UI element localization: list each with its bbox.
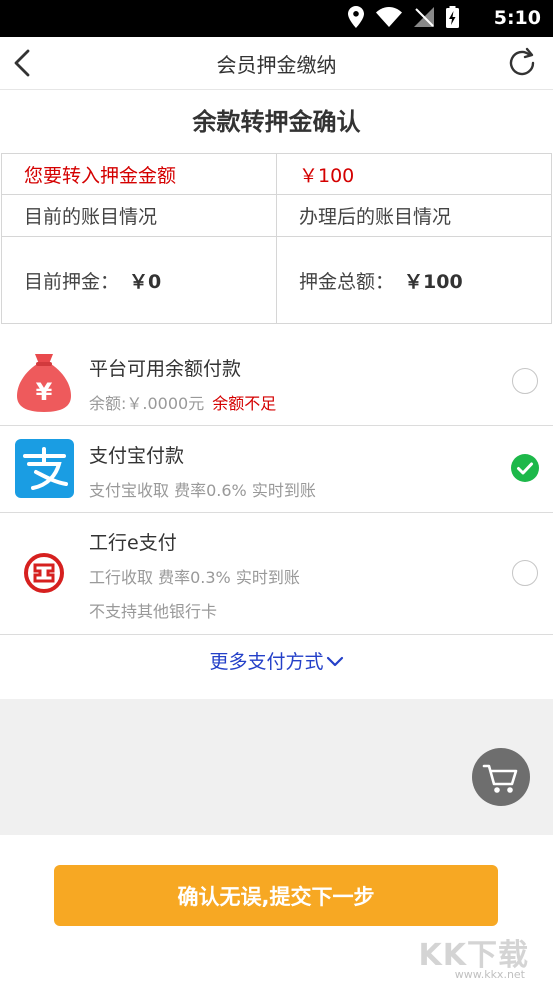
payment-name: 平台可用余额付款 [89,358,242,380]
transfer-amount-label: 您要转入押金金额 [1,153,277,195]
cart-icon [482,764,518,793]
more-payment-label: 更多支付方式 [209,651,324,673]
submit-button[interactable]: 确认无误,提交下一步 [54,865,498,926]
payment-note: 不支持其他银行卡 [89,602,218,621]
payment-option-balance[interactable]: ¥ 平台可用余额付款 余额:￥.0000元 余额不足 [0,338,553,426]
status-time: 5:10 [493,7,541,29]
money-bag-icon: ¥ [15,350,73,416]
location-icon [348,6,364,28]
no-signal-icon [414,7,434,27]
payment-radio-balance[interactable] [512,368,538,394]
page-title: 会员押金缴纳 [216,53,337,77]
payment-name: 支付宝付款 [89,445,185,467]
transfer-amount-value: ￥100 [276,153,552,195]
check-circle-icon [511,454,539,482]
confirm-title: 余款转押金确认 [192,108,361,136]
payment-radio-alipay[interactable] [511,454,539,482]
payment-desc: 支付宝收取 费率0.6% 实时到账 [89,481,316,500]
current-account-header: 目前的账目情况 [1,194,277,237]
chevron-down-icon [326,656,343,667]
svg-text:¥: ¥ [36,378,53,406]
payment-desc: 工行收取 费率0.3% 实时到账 [89,568,300,587]
refresh-icon [509,47,535,76]
balance-amount: 余额:￥.0000元 [89,394,205,413]
status-bar: 5:10 [0,0,553,37]
deposit-summary-table: 您要转入押金金额 ￥100 目前的账目情况 办理后的账目情况 目前押金： ￥0 押… [1,153,552,324]
table-row: 您要转入押金金额 ￥100 [1,153,552,195]
table-row: 目前押金： ￥0 押金总额： ￥100 [1,236,552,324]
insufficient-balance-warning: 余额不足 [212,394,277,413]
current-deposit-value: ￥0 [129,270,162,293]
payment-radio-icbc[interactable] [512,560,538,586]
spacer-area [0,699,553,835]
wifi-icon [376,7,402,27]
watermark-url: www.kkx.net [454,968,525,981]
battery-charging-icon [446,6,459,28]
total-deposit-label: 押金总额： [299,270,395,293]
current-deposit-cell: 目前押金： ￥0 [1,236,277,324]
cart-button[interactable] [472,748,530,806]
more-payment-methods[interactable]: 更多支付方式 [0,635,553,699]
alipay-icon [15,439,74,502]
navigation-bar: 会员押金缴纳 [0,37,553,90]
total-deposit-value: ￥100 [404,270,463,293]
total-deposit-cell: 押金总额： ￥100 [276,236,552,324]
icbc-icon [15,544,73,606]
table-row: 目前的账目情况 办理后的账目情况 [1,194,552,237]
payment-option-icbc[interactable]: 工行e支付 工行收取 费率0.3% 实时到账 不支持其他银行卡 [0,513,553,635]
payment-desc: 余额:￥.0000元 余额不足 [89,390,276,414]
payment-option-alipay[interactable]: 支付宝付款 支付宝收取 费率0.6% 实时到账 [0,426,553,513]
current-deposit-label: 目前押金： [24,270,120,293]
refresh-button[interactable] [505,46,539,80]
after-account-header: 办理后的账目情况 [276,194,552,237]
payment-name: 工行e支付 [89,532,177,554]
